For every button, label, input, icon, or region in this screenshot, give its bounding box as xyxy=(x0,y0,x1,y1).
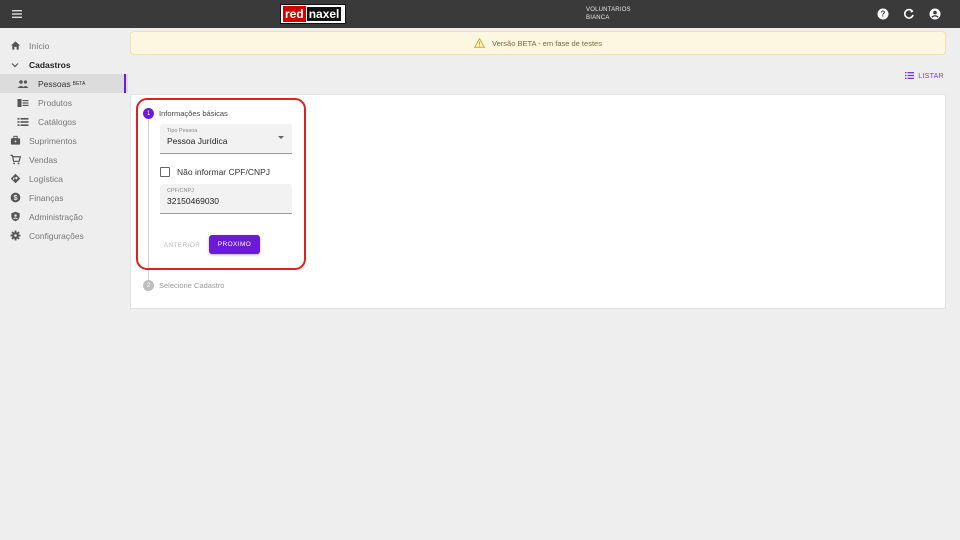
list-icon xyxy=(905,72,915,81)
help-icon[interactable]: ? xyxy=(876,7,890,21)
route-icon xyxy=(9,173,21,185)
organization-name: VOLUNTARIOS xyxy=(586,7,631,13)
sidebar-item-vendas[interactable]: Vendas xyxy=(0,150,128,169)
sidebar-item-label: Produtos xyxy=(38,97,73,108)
organization-info: VOLUNTARIOS BIANCA xyxy=(586,6,631,22)
sidebar: Início Cadastros Pessoas BETA Produtos Ca… xyxy=(0,36,128,245)
sidebar-item-label: Início xyxy=(29,40,50,51)
sidebar-item-inicio[interactable]: Início xyxy=(0,36,128,55)
sidebar-item-logistica[interactable]: Logística xyxy=(0,169,128,188)
sidebar-item-label: Suprimentos xyxy=(29,135,77,146)
sidebar-item-financas[interactable]: $ Finanças xyxy=(0,188,128,207)
sidebar-item-label: Configurações xyxy=(29,230,84,241)
sidebar-item-catalogos[interactable]: Catálogos xyxy=(0,112,128,131)
warning-icon xyxy=(474,38,486,48)
sidebar-item-label: Finanças xyxy=(29,192,64,203)
gear-icon xyxy=(9,230,21,242)
svg-text:?: ? xyxy=(881,10,886,19)
beta-banner: Versão BETA - em fase de testes xyxy=(130,31,946,55)
sidebar-item-pessoas[interactable]: Pessoas BETA xyxy=(0,74,128,93)
user-name: BIANCA xyxy=(586,15,610,21)
listar-button[interactable]: LISTAR xyxy=(905,72,944,81)
sidebar-item-suprimentos[interactable]: Suprimentos xyxy=(0,131,128,150)
sidebar-item-label: Catálogos xyxy=(38,116,77,127)
home-icon xyxy=(9,40,21,52)
step-selecione-cadastro[interactable]: 2 Selecione Cadastro xyxy=(143,280,224,291)
sidebar-item-label: Administração xyxy=(29,211,83,222)
people-icon xyxy=(17,78,29,90)
briefcase-icon xyxy=(9,135,21,147)
list-icon xyxy=(17,116,29,128)
logo-red-text: red xyxy=(283,6,306,22)
banner-text: Versão BETA - em fase de testes xyxy=(492,38,602,48)
sidebar-item-label: Vendas xyxy=(29,154,58,165)
sidebar-item-label: Pessoas xyxy=(38,78,71,89)
account-icon[interactable] xyxy=(928,7,942,21)
beta-badge: BETA xyxy=(72,80,86,87)
listar-label: LISTAR xyxy=(918,73,944,80)
cart-icon xyxy=(9,154,21,166)
top-app-bar: red naxel VOLUNTARIOS BIANCA ? xyxy=(0,0,960,28)
menu-icon[interactable] xyxy=(10,7,24,21)
sidebar-item-configuracoes[interactable]: Configurações xyxy=(0,226,128,245)
step-number: 2 xyxy=(143,280,154,291)
step-label: Selecione Cadastro xyxy=(159,281,225,290)
sidebar-item-administracao[interactable]: Administração xyxy=(0,207,128,226)
sidebar-item-label: Cadastros xyxy=(29,59,71,70)
sidebar-item-label: Logística xyxy=(29,173,64,184)
sidebar-item-produtos[interactable]: Produtos xyxy=(0,93,128,112)
chevron-down-icon xyxy=(9,59,21,71)
shield-icon xyxy=(9,211,21,223)
rednaxel-logo[interactable]: red naxel xyxy=(280,4,346,24)
dollar-icon: $ xyxy=(9,192,21,204)
refresh-icon[interactable] xyxy=(902,7,916,21)
product-icon xyxy=(17,97,29,109)
svg-text:$: $ xyxy=(13,193,17,202)
highlight-outline xyxy=(136,98,306,270)
logo-naxel-text: naxel xyxy=(306,7,342,21)
sidebar-group-cadastros[interactable]: Cadastros xyxy=(0,55,128,74)
